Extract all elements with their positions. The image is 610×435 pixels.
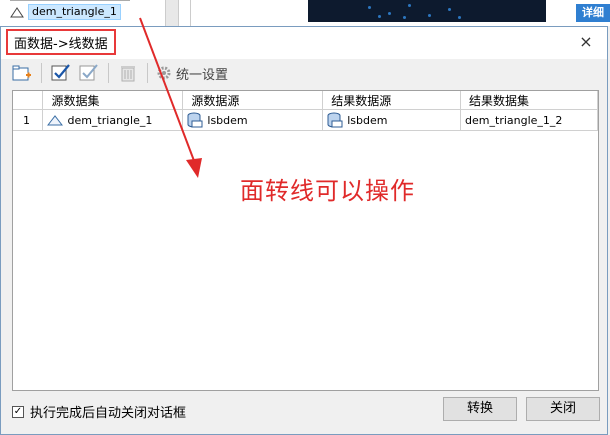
checkbox-partial-icon [79, 64, 98, 81]
result-dataset-value: dem_triangle_1_2 [465, 113, 563, 127]
dialog-title: 面数据->线数据 [14, 36, 108, 52]
dataset-grid[interactable]: 源数据集 源数据源 结果数据源 结果数据集 1 dem_triangle_1 l… [12, 90, 599, 391]
source-dataset-value: dem_triangle_1 [67, 113, 153, 127]
grid-header-row: 源数据集 源数据源 结果数据源 结果数据集 [13, 91, 598, 110]
close-button[interactable]: 关闭 [526, 397, 600, 421]
divider [190, 0, 191, 26]
toolbar: 统一设置 [11, 61, 228, 85]
auto-close-checkbox[interactable]: ✓ 执行完成后自动关闭对话框 [12, 402, 186, 421]
source-datasource-cell[interactable]: lsbdem [182, 109, 324, 131]
add-folder-icon [12, 65, 31, 81]
result-datasource-value: lsbdem [347, 113, 388, 127]
invert-select-button[interactable] [78, 62, 100, 84]
map-preview [308, 0, 546, 22]
column-header-result-dataset[interactable]: 结果数据集 [460, 91, 598, 110]
workspace-tree: dem_triangle_1 [0, 0, 165, 26]
tree-connector [10, 0, 130, 1]
column-header-source-dataset[interactable]: 源数据集 [42, 91, 184, 110]
region-dataset-icon [10, 7, 24, 18]
auto-close-label: 执行完成后自动关闭对话框 [30, 406, 187, 421]
checkbox-checked-icon [51, 64, 70, 81]
close-icon[interactable]: × [577, 33, 595, 51]
annotation-text: 面转线可以操作 [240, 177, 415, 205]
splitter[interactable] [165, 0, 179, 26]
toolbar-separator [108, 63, 109, 83]
tree-item-label: dem_triangle_1 [28, 4, 121, 20]
result-dataset-cell[interactable]: dem_triangle_1_2 [460, 109, 598, 131]
convert-button[interactable]: 转换 [443, 397, 517, 421]
table-row[interactable]: 1 dem_triangle_1 lsbdem lsbdem dem_trian… [13, 109, 598, 131]
trash-icon [121, 66, 135, 82]
background-app: dem_triangle_1 详细 [0, 0, 610, 26]
select-all-button[interactable] [50, 62, 72, 84]
column-header-index [13, 91, 44, 110]
source-dataset-cell[interactable]: dem_triangle_1 [42, 109, 184, 131]
unify-settings-button[interactable]: 统一设置 [156, 64, 228, 83]
region-dataset-icon [47, 115, 64, 126]
column-header-source-datasource[interactable]: 源数据源 [182, 91, 324, 110]
delete-button[interactable] [117, 62, 139, 84]
add-dataset-button[interactable] [11, 62, 33, 84]
unify-settings-label: 统一设置 [176, 67, 229, 83]
title-highlight-box: 面数据->线数据 [6, 29, 116, 55]
detail-button[interactable]: 详细 [576, 4, 610, 22]
region-to-line-dialog: 面数据->线数据 × 统一设置 源数据集 源数据源 结果数据源 结果数据集 1 … [0, 26, 608, 435]
datasource-icon [327, 112, 343, 128]
column-header-result-datasource[interactable]: 结果数据源 [322, 91, 462, 110]
datasource-icon [187, 112, 203, 128]
toolbar-separator [147, 63, 148, 83]
toolbar-separator [41, 63, 42, 83]
row-index: 1 [13, 109, 44, 131]
tree-item-dem-triangle[interactable]: dem_triangle_1 [10, 4, 121, 20]
gear-icon [157, 66, 171, 80]
dialog-titlebar: 面数据->线数据 × [1, 27, 607, 59]
source-datasource-value: lsbdem [207, 113, 248, 127]
checkbox-checked-icon[interactable]: ✓ [12, 405, 24, 418]
dialog-footer: ✓ 执行完成后自动关闭对话框 转换 关闭 [12, 397, 602, 427]
result-datasource-cell[interactable]: lsbdem [322, 109, 462, 131]
